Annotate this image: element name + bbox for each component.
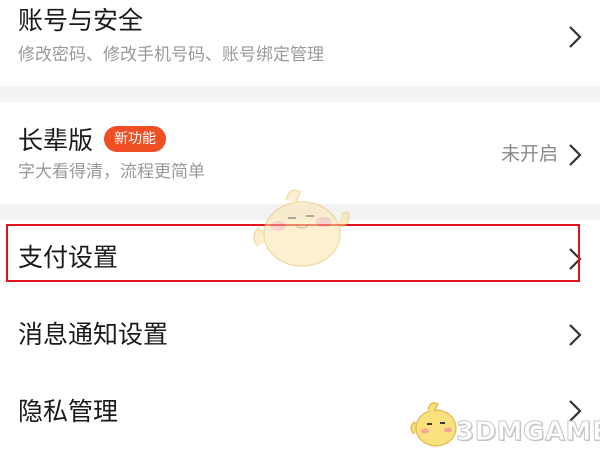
account-security-subtitle: 修改密码、修改手机号码、账号绑定管理 [18, 45, 324, 65]
chick-mascot-icon [248, 178, 356, 274]
new-feature-badge: 新功能 [104, 126, 166, 152]
watermark-text: 3DMGAME [455, 417, 600, 448]
chick-logo-icon [408, 394, 462, 454]
notification-settings-title: 消息通知设置 [18, 320, 169, 349]
elder-mode-subtitle: 字大看得清，流程更简单 [18, 162, 205, 182]
chevron-right-icon [564, 322, 586, 348]
elder-mode-title: 长辈版 [18, 126, 94, 155]
chevron-right-icon [564, 142, 586, 168]
privacy-management-title: 隐私管理 [18, 397, 119, 426]
chevron-right-icon [564, 24, 586, 50]
notification-settings-row[interactable]: 消息通知设置 [0, 298, 600, 374]
account-security-row[interactable]: 账号与安全 修改密码、修改手机号码、账号绑定管理 [0, 0, 600, 86]
account-security-title: 账号与安全 [18, 6, 144, 35]
section-divider [0, 86, 600, 102]
elder-mode-status: 未开启 [500, 143, 558, 165]
